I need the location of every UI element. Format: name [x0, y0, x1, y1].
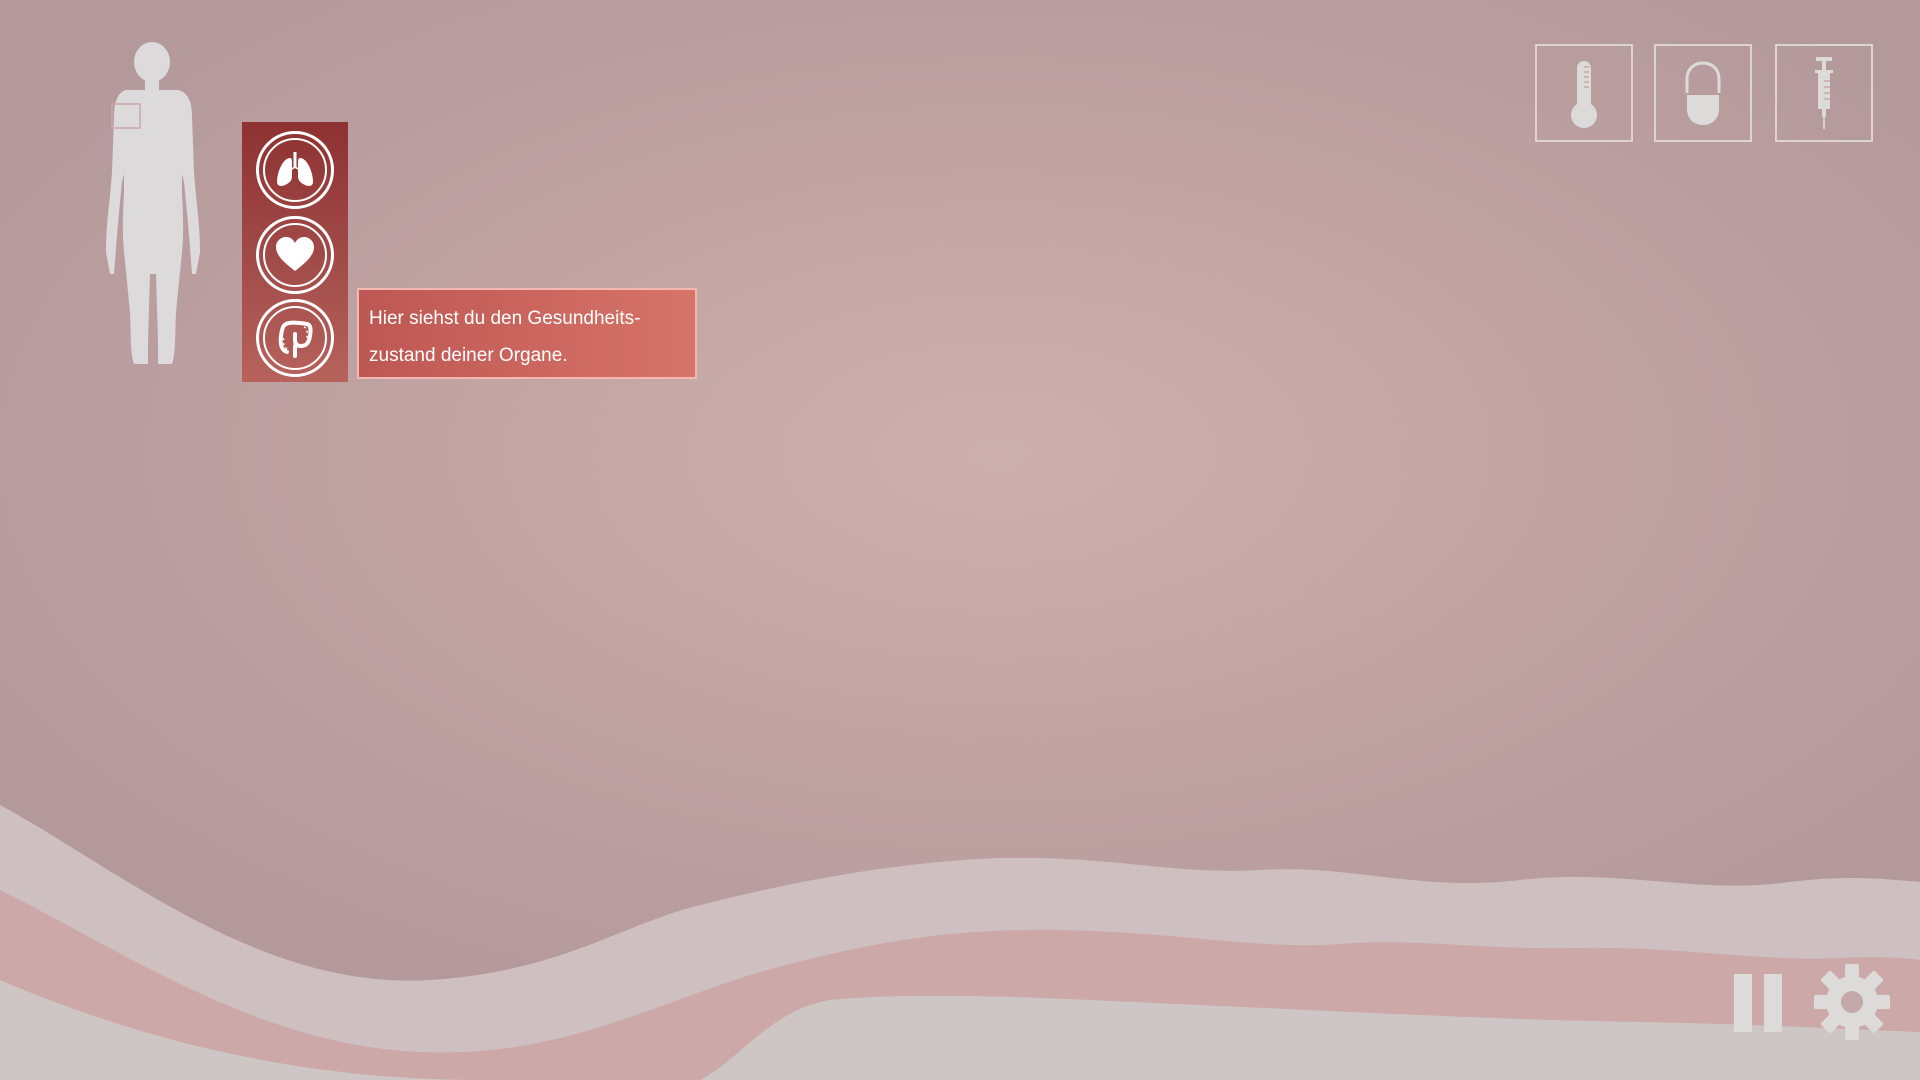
- lungs-icon: [277, 152, 313, 186]
- game-scene: Hier siehst du den Gesundheits- zustand …: [0, 0, 1920, 1080]
- heart-button[interactable]: [256, 216, 334, 294]
- tutorial-line-2: zustand deiner Organe.: [369, 345, 568, 366]
- tutorial-tooltip: Hier siehst du den Gesundheits- zustand …: [357, 288, 697, 379]
- syringe-button[interactable]: [1775, 44, 1873, 142]
- syringe-icon: [1815, 57, 1833, 129]
- lungs-button[interactable]: [256, 131, 334, 209]
- gear-icon[interactable]: [1812, 962, 1892, 1042]
- pill-button[interactable]: [1654, 44, 1752, 142]
- pause-icon[interactable]: [1732, 972, 1786, 1034]
- thermometer-icon: [1571, 61, 1597, 128]
- intestine-icon-ring: [263, 306, 327, 370]
- heart-icon: [276, 237, 314, 271]
- organ-panel: [242, 122, 348, 382]
- body-silhouette-icon: [106, 42, 200, 364]
- intestine-button[interactable]: [256, 299, 334, 377]
- intestine-icon: [278, 320, 313, 358]
- thermometer-button[interactable]: [1535, 44, 1633, 142]
- lungs-icon-ring: [263, 138, 327, 202]
- tutorial-line-1: Hier siehst du den Gesundheits-: [369, 308, 641, 329]
- heart-icon-ring: [263, 223, 327, 287]
- pill-icon: [1685, 61, 1721, 125]
